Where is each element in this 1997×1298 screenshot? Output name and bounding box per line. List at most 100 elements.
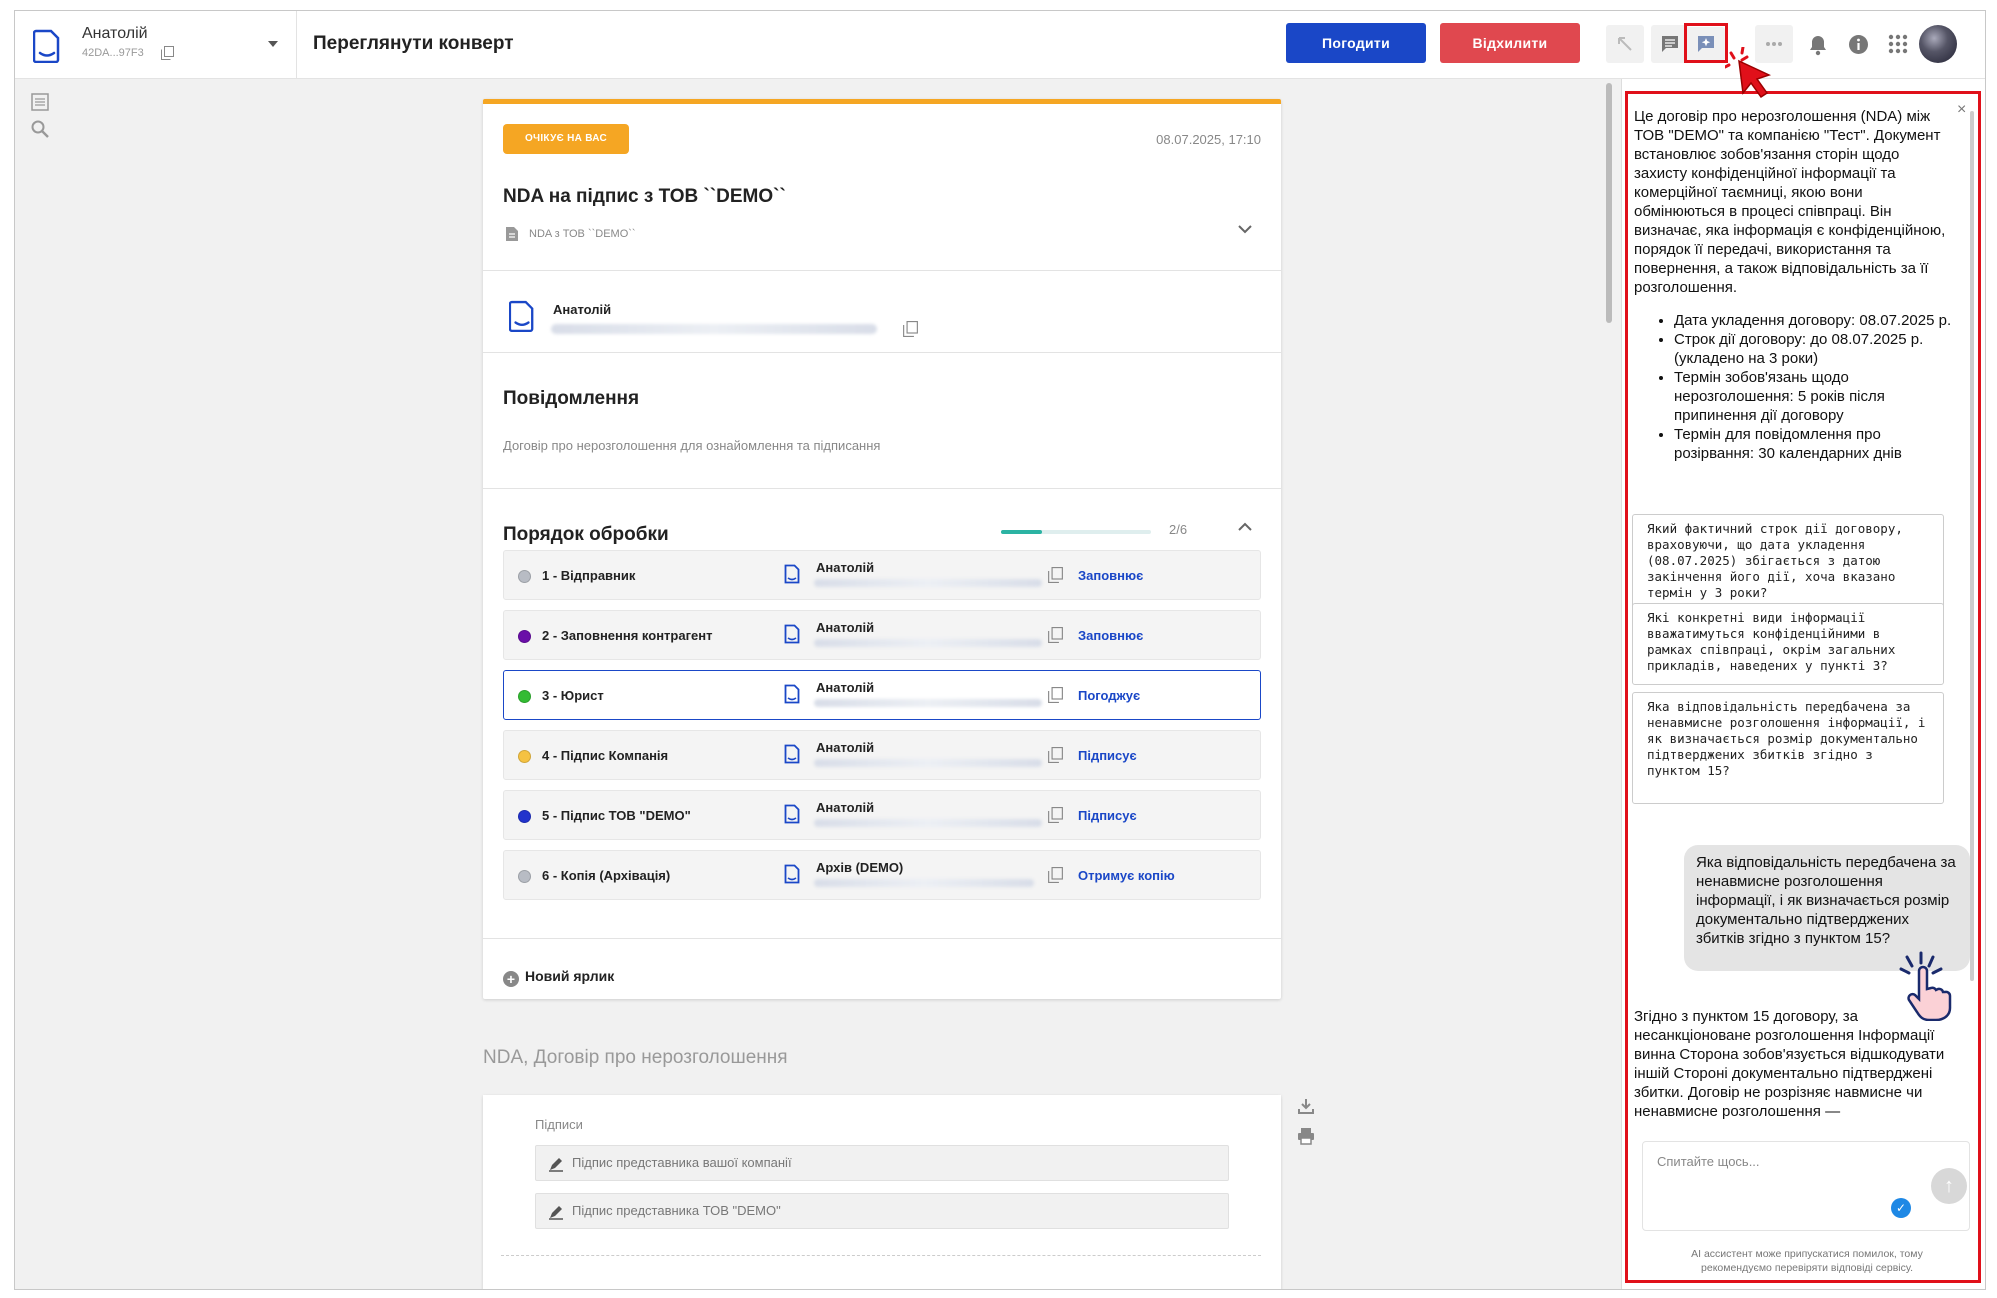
reject-button[interactable]: Відхилити [1440, 23, 1580, 63]
step-color-dot [518, 750, 531, 763]
search-icon[interactable] [30, 119, 50, 139]
step-role: Заповнює [1078, 628, 1144, 643]
ai-key-facts: Дата укладення договору: 08.07.2025 р.Ст… [1674, 311, 1952, 463]
ai-key-fact: Термін зобов'язань щодо нерозголошення: … [1674, 368, 1952, 425]
divider [483, 488, 1281, 489]
pen-icon [549, 1158, 563, 1172]
page-title: Переглянути конверт [313, 33, 514, 54]
scrollbar[interactable] [1603, 79, 1617, 1289]
order-heading: Порядок обробки [503, 524, 669, 545]
account-id: 42DA...97F3 [82, 47, 144, 59]
send-button[interactable]: ↑ [1931, 1168, 1967, 1204]
signature-field[interactable]: Підпис представника вашої компанії [535, 1145, 1229, 1181]
envelope-subtitle: NDA з ТОВ ``DEMO`` [529, 228, 636, 240]
check-icon: ✓ [1891, 1198, 1911, 1218]
suggested-question[interactable]: Які конкретні види інформації вважатимут… [1632, 603, 1944, 685]
divider [483, 352, 1281, 353]
message-heading: Повідомлення [503, 388, 640, 409]
step-name: 5 - Підпис ТОВ "DEMO" [542, 808, 691, 823]
divider [483, 938, 1281, 939]
step-name: 2 - Заповнення контрагент [542, 628, 713, 643]
signature-field-label: Підпис представника ТОВ "DEMO" [572, 1203, 781, 1218]
redacted-email [814, 879, 1034, 887]
divider [483, 270, 1281, 271]
print-icon[interactable] [1297, 1127, 1315, 1145]
chat-input[interactable]: Спитайте щось... ✓ ↑ [1642, 1141, 1970, 1231]
redacted-email [814, 759, 1042, 767]
approve-button[interactable]: Погодити [1286, 23, 1426, 63]
process-step[interactable]: 3 - Юрист Анатолій Погоджує [503, 670, 1261, 720]
ai-key-fact: Строк дії договору: до 08.07.2025 р. (ук… [1674, 330, 1952, 368]
process-step[interactable]: 1 - Відправник Анатолій Заповнює [503, 550, 1261, 600]
scrollbar-thumb[interactable] [1606, 83, 1612, 323]
new-label-text: Новий ярлик [525, 968, 615, 984]
process-step[interactable]: 5 - Підпис ТОВ "DEMO" Анатолій Підписує [503, 790, 1261, 840]
bell-icon[interactable] [1808, 34, 1828, 56]
comment-icon [1662, 36, 1678, 52]
expand-icon [1618, 37, 1632, 51]
expand-button[interactable] [1606, 25, 1644, 63]
redacted-email [814, 579, 1042, 587]
top-bar: Анатолій 42DA...97F3 Переглянути конверт… [15, 11, 1985, 79]
ai-answer: Згідно з пунктом 15 договору, за несанкц… [1634, 1008, 1945, 1120]
progress-bar [1001, 530, 1151, 534]
message-text: Договір про нерозголошення для ознайомле… [503, 438, 881, 453]
redacted-email [814, 819, 1042, 827]
signature-field[interactable]: Підпис представника ТОВ "DEMO" [535, 1193, 1229, 1229]
document-icon [784, 744, 800, 764]
info-icon[interactable] [1848, 34, 1869, 55]
step-participant: Анатолій [816, 800, 875, 815]
redacted-email [814, 699, 1042, 707]
account-switcher[interactable]: Анатолій 42DA...97F3 [15, 11, 297, 79]
copy-icon[interactable] [1048, 687, 1063, 703]
download-icon[interactable] [1297, 1097, 1315, 1115]
chat-input-placeholder: Спитайте щось... [1657, 1154, 1760, 1169]
step-role: Отримує копію [1078, 868, 1175, 883]
ai-summary: Це договір про нерозголошення (NDA) між … [1634, 107, 1952, 463]
ai-key-fact: Дата укладення договору: 08.07.2025 р. [1674, 311, 1952, 330]
copy-icon[interactable] [1048, 627, 1063, 643]
process-step[interactable]: 4 - Підпис Компанія Анатолій Підписує [503, 730, 1261, 780]
process-step[interactable]: 2 - Заповнення контрагент Анатолій Заповню… [503, 610, 1261, 660]
cursor-pointer-icon [1725, 47, 1772, 99]
suggested-question[interactable]: Яка відповідальність передбачена за нена… [1632, 692, 1944, 804]
redacted-email [814, 639, 1042, 647]
new-label-button[interactable]: + Новий ярлик [503, 968, 614, 987]
plus-icon: + [503, 971, 519, 987]
document-preview: Підписи Підпис представника вашої компан… [483, 1095, 1281, 1289]
left-rail [15, 79, 71, 1289]
step-participant: Анатолій [816, 620, 875, 635]
panel-scrollbar[interactable] [1970, 111, 1974, 981]
list-icon[interactable] [31, 93, 49, 111]
step-role: Погоджує [1078, 688, 1141, 703]
copy-icon[interactable] [903, 321, 918, 337]
ai-key-fact: Термін для повідомлення про розірвання: … [1674, 425, 1952, 463]
step-color-dot [518, 810, 531, 823]
avatar[interactable] [1919, 25, 1957, 63]
ai-intro: Це договір про нерозголошення (NDA) між … [1634, 108, 1946, 296]
progress-fill [1001, 530, 1042, 534]
close-icon[interactable]: × [1957, 101, 1966, 119]
chevron-up-icon[interactable] [1237, 522, 1253, 532]
copy-icon[interactable] [1048, 747, 1063, 763]
apps-icon[interactable] [1888, 34, 1908, 54]
step-participant: Анатолій [816, 560, 875, 575]
sender-name: Анатолій [553, 302, 612, 317]
app-window: Анатолій 42DA...97F3 Переглянути конверт… [14, 10, 1986, 1290]
document-section-title: NDA, Договір про нерозголошення [483, 1047, 788, 1068]
copy-icon[interactable] [1048, 567, 1063, 583]
document-icon [784, 804, 800, 824]
copy-icon[interactable] [1048, 807, 1063, 823]
progress-label: 2/6 [1169, 522, 1188, 537]
copy-icon[interactable] [161, 46, 174, 60]
account-name: Анатолій [82, 25, 148, 42]
process-step[interactable]: 6 - Копія (Архівація) Архів (DEMO) Отримує… [503, 850, 1261, 900]
copy-icon[interactable] [1048, 867, 1063, 883]
suggested-question[interactable]: Який фактичний строк дії договору, врахо… [1632, 514, 1944, 608]
step-role: Підписує [1078, 808, 1137, 823]
step-name: 4 - Підпис Компанія [542, 748, 669, 763]
chevron-down-icon[interactable] [1237, 224, 1253, 234]
signatures-label: Підписи [535, 1117, 583, 1132]
envelope-title: NDA на підпис з ТОВ ``DEMO`` [503, 186, 786, 207]
chevron-down-icon[interactable] [268, 41, 278, 47]
